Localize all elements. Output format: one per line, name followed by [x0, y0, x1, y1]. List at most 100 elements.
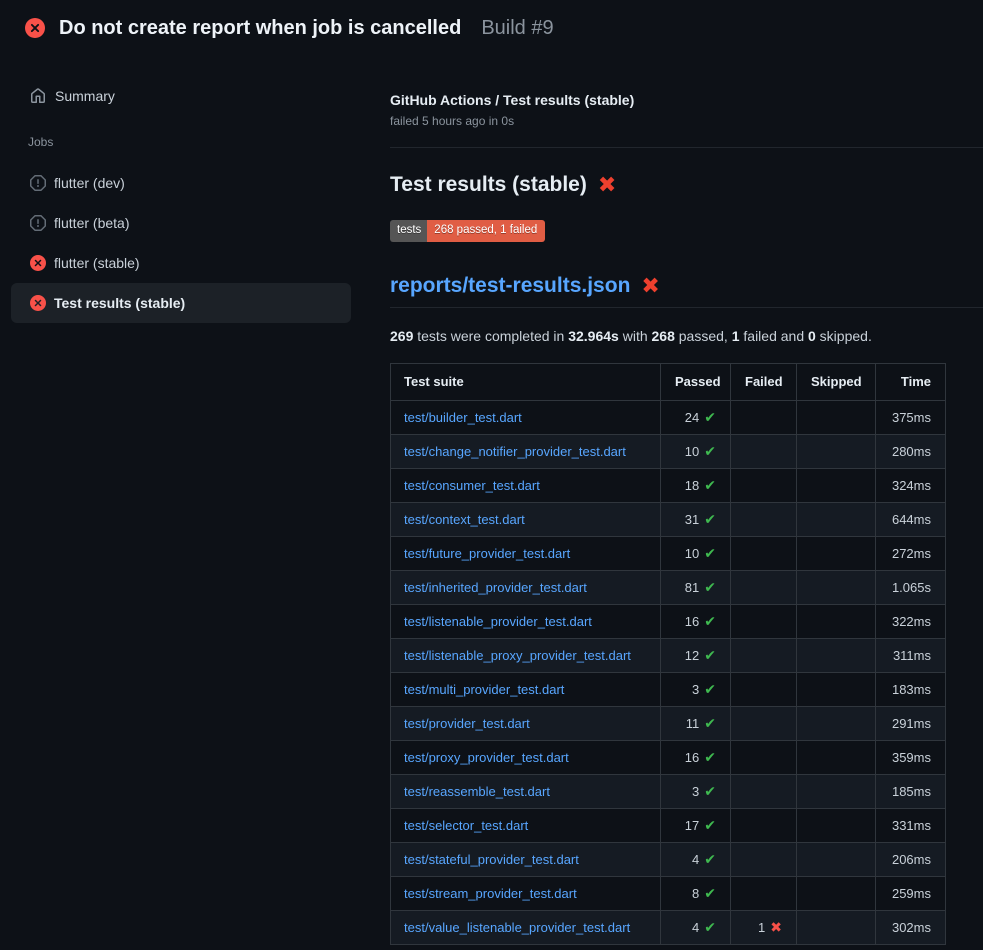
check-icon: ✔ [704, 783, 716, 799]
failed-x-icon: ✖ [598, 174, 616, 196]
test-suite-link[interactable]: test/listenable_provider_test.dart [404, 614, 592, 629]
job-label: Test results (stable) [54, 295, 185, 311]
sidebar: Summary Jobs flutter (dev) flutter (beta… [0, 56, 390, 323]
tests-summary-line: 269 tests were completed in 32.964s with… [390, 328, 983, 344]
passed-cell: 11✔ [661, 706, 731, 740]
test-suite-link[interactable]: test/listenable_proxy_provider_test.dart [404, 648, 631, 663]
passed-count: 8 [692, 886, 699, 901]
test-suite-cell: test/stateful_provider_test.dart [391, 842, 661, 876]
table-row: test/proxy_provider_test.dart16✔359ms [391, 740, 946, 774]
skipped-cell [797, 502, 876, 536]
sidebar-job-flutter-dev[interactable]: flutter (dev) [11, 163, 351, 203]
failed-cell [731, 808, 797, 842]
check-icon: ✔ [704, 613, 716, 629]
run-title: Do not create report when job is cancell… [59, 17, 461, 40]
passed-count: 3 [692, 682, 699, 697]
tests-badge: tests 268 passed, 1 failed [390, 220, 545, 242]
test-suite-cell: test/listenable_proxy_provider_test.dart [391, 638, 661, 672]
test-suite-link[interactable]: test/selector_test.dart [404, 818, 528, 833]
test-suite-link[interactable]: test/value_listenable_provider_test.dart [404, 920, 630, 935]
summary-segment: 0 [808, 328, 816, 344]
passed-cell: 10✔ [661, 536, 731, 570]
table-row: test/change_notifier_provider_test.dart 1… [391, 434, 946, 468]
test-suite-cell: test/context_test.dart [391, 502, 661, 536]
summary-segment: tests were completed in [413, 328, 568, 344]
failed-cell [731, 502, 797, 536]
time-cell: 259ms [876, 876, 946, 910]
summary-segment: 269 [390, 328, 413, 344]
test-suite-link[interactable]: test/context_test.dart [404, 512, 525, 527]
cross-icon: ✖ [770, 919, 782, 935]
test-suite-link[interactable]: test/consumer_test.dart [404, 478, 540, 493]
sidebar-summary-label: Summary [55, 88, 115, 104]
skipped-cell [797, 400, 876, 434]
time-cell: 322ms [876, 604, 946, 638]
time-cell: 206ms [876, 842, 946, 876]
sidebar-item-summary[interactable]: Summary [0, 80, 390, 112]
passed-count: 4 [692, 852, 699, 867]
table-row: test/context_test.dart31✔644ms [391, 502, 946, 536]
passed-count: 10 [685, 444, 699, 459]
skipped-cell [797, 536, 876, 570]
column-header-passed: Passed [661, 363, 731, 400]
failed-cell [731, 638, 797, 672]
home-icon [30, 88, 46, 104]
stop-cancelled-icon [30, 215, 46, 231]
time-cell: 1.065s [876, 570, 946, 604]
test-suite-cell: test/reassemble_test.dart [391, 774, 661, 808]
passed-cell: 4✔ [661, 842, 731, 876]
test-suite-cell: test/value_listenable_provider_test.dart [391, 910, 661, 944]
passed-count: 18 [685, 478, 699, 493]
test-suite-link[interactable]: test/change_notifier_provider_test.dart [404, 444, 626, 459]
tests-badge-label: tests [390, 220, 427, 242]
failed-cell [731, 774, 797, 808]
test-suite-link[interactable]: test/stateful_provider_test.dart [404, 852, 579, 867]
table-row: test/stateful_provider_test.dart 4✔ 206ms [391, 842, 946, 876]
test-suite-cell: test/proxy_provider_test.dart [391, 740, 661, 774]
passed-count: 3 [692, 784, 699, 799]
skipped-cell [797, 434, 876, 468]
table-row: test/listenable_provider_test.dart 16 ✔ 322… [391, 604, 946, 638]
summary-segment: 268 [652, 328, 675, 344]
test-suite-cell: test/consumer_test.dart [391, 468, 661, 502]
run-meta: failed 5 hours ago in 0s [390, 114, 983, 128]
test-suite-cell: test/listenable_provider_test.dart [391, 604, 661, 638]
failed-x-icon: ✖ [641, 275, 659, 297]
test-suite-link[interactable]: test/future_provider_test.dart [404, 546, 570, 561]
sidebar-job-test-results-stable[interactable]: Test results (stable) [11, 283, 351, 323]
test-suite-link[interactable]: test/multi_provider_test.dart [404, 682, 564, 697]
passed-count: 16 [685, 614, 699, 629]
test-suite-cell: test/multi_provider_test.dart [391, 672, 661, 706]
passed-count: 24 [685, 410, 699, 425]
x-circle-fill-icon [30, 255, 46, 271]
time-cell: 185ms [876, 774, 946, 808]
sidebar-job-flutter-beta[interactable]: flutter (beta) [11, 203, 351, 243]
passed-cell: 3✔ [661, 672, 731, 706]
column-header-test-suite: Test suite [391, 363, 661, 400]
test-suite-link[interactable]: test/inherited_provider_test.dart [404, 580, 587, 595]
x-circle-fill-icon [25, 18, 45, 38]
sidebar-job-flutter-stable[interactable]: flutter (stable) [11, 243, 351, 283]
passed-cell: 3✔ [661, 774, 731, 808]
table-row: test/multi_provider_test.dart3✔183ms [391, 672, 946, 706]
skipped-cell [797, 740, 876, 774]
passed-cell: 4✔ [661, 910, 731, 944]
check-icon: ✔ [704, 817, 716, 833]
summary-segment: 1 [732, 328, 740, 344]
skipped-cell [797, 910, 876, 944]
test-suite-link[interactable]: test/proxy_provider_test.dart [404, 750, 569, 765]
report-file-link[interactable]: reports/test-results.json [390, 274, 630, 298]
test-suite-link[interactable]: test/provider_test.dart [404, 716, 530, 731]
check-icon: ✔ [704, 579, 716, 595]
test-suite-link[interactable]: test/builder_test.dart [404, 410, 522, 425]
test-suite-link[interactable]: test/stream_provider_test.dart [404, 886, 577, 901]
test-suite-link[interactable]: test/reassemble_test.dart [404, 784, 550, 799]
failed-cell [731, 740, 797, 774]
run-build-number: Build #9 [481, 17, 553, 40]
failed-cell [731, 468, 797, 502]
failed-cell [731, 570, 797, 604]
passed-cell: 8✔ [661, 876, 731, 910]
passed-count: 10 [685, 546, 699, 561]
time-cell: 291ms [876, 706, 946, 740]
table-row: test/future_provider_test.dart10✔272ms [391, 536, 946, 570]
